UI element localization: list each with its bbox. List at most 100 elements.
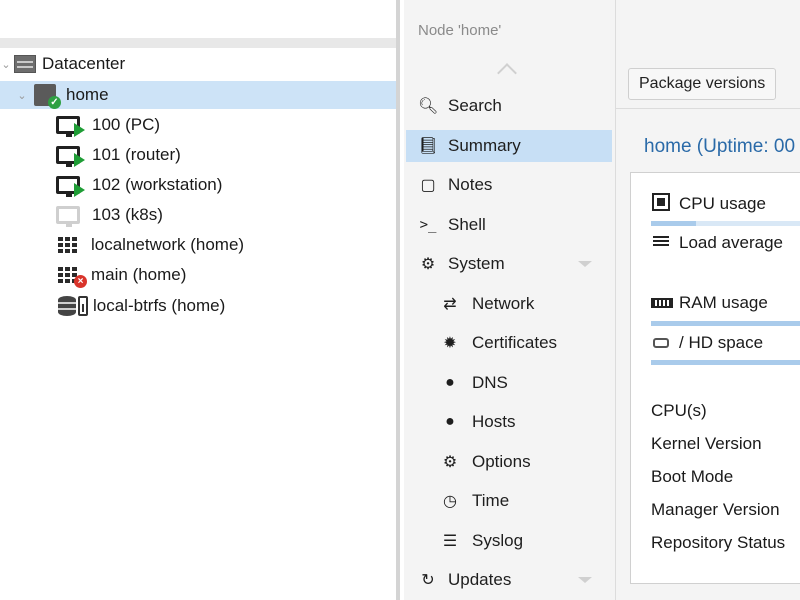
scroll-up-icon[interactable] xyxy=(497,63,517,83)
gear-icon: ⚙ xyxy=(442,454,458,471)
nav-item-label: Network xyxy=(472,294,535,313)
package-versions-button[interactable]: Package versions xyxy=(628,68,777,100)
terminal-icon: >_ xyxy=(419,217,437,233)
nav-item-notes[interactable]: ▢ Notes xyxy=(406,169,612,201)
tree-item-home[interactable]: ⌄ ✓ home xyxy=(0,81,396,109)
nav-item-network[interactable]: ⇄ Network xyxy=(406,288,612,320)
datacenter-icon xyxy=(14,55,36,73)
vm-running-icon xyxy=(56,176,85,197)
stat-label: RAM usage xyxy=(679,293,768,312)
tree-item-label: main (home) xyxy=(91,265,187,284)
load-icon xyxy=(651,235,671,252)
disk-icon xyxy=(78,296,88,316)
vm-stopped-icon xyxy=(56,206,80,227)
tree-item-label: local-btrfs (home) xyxy=(93,296,226,315)
storage-icon xyxy=(58,296,76,316)
tree-item-label: 102 (workstation) xyxy=(92,175,223,194)
nav-item-label: Certificates xyxy=(472,333,558,352)
nav-item-label: Updates xyxy=(448,570,512,589)
memory-icon xyxy=(651,295,673,312)
tree-item-vm-101[interactable]: 101 (router) xyxy=(0,141,396,169)
info-label-cpus: CPU(s) xyxy=(651,401,707,420)
list-icon: ☰ xyxy=(442,533,458,550)
collapse-arrow-icon[interactable]: ⌄ xyxy=(0,58,12,71)
cpu-usage-bar xyxy=(651,221,800,226)
nav-item-label: Hosts xyxy=(472,412,516,431)
info-label-manager-version: Manager Version xyxy=(651,500,780,519)
tree-item-main[interactable]: × main (home) xyxy=(0,261,396,289)
tree-item-label: Datacenter xyxy=(42,54,126,73)
globe-icon: ● xyxy=(445,374,455,391)
nav-item-shell[interactable]: >_ Shell xyxy=(406,209,612,241)
gears-icon: ⚙ xyxy=(420,256,436,273)
stat-label: CPU usage xyxy=(679,194,766,213)
info-label-kernel-version: Kernel Version xyxy=(651,434,762,453)
book-icon: 📘︎ xyxy=(418,138,439,155)
stat-load-average: Load average xyxy=(651,233,783,253)
node-online-icon: ✓ xyxy=(34,84,61,109)
tree-item-vm-102[interactable]: 102 (workstation) xyxy=(0,171,396,199)
tree-header-bar xyxy=(0,38,396,48)
refresh-icon: ↻ xyxy=(421,572,435,589)
chevron-down-icon[interactable] xyxy=(578,577,592,583)
collapse-arrow-icon[interactable]: ⌄ xyxy=(16,89,28,102)
nav-item-syslog[interactable]: ☰ Syslog xyxy=(406,525,612,557)
network-icon xyxy=(58,237,78,253)
hd-space-bar xyxy=(651,360,800,365)
network-error-icon: × xyxy=(58,267,87,288)
stat-cpu-usage: CPU usage xyxy=(651,193,766,215)
nav-item-label: DNS xyxy=(472,373,508,392)
nav-item-label: Notes xyxy=(448,175,493,194)
toolbar: Package versions xyxy=(616,58,800,109)
status-panel: CPU usage Load average RAM usage / HD sp… xyxy=(630,172,800,584)
cpu-icon xyxy=(651,193,671,215)
tree-item-label: 101 (router) xyxy=(92,145,181,164)
info-label-boot-mode: Boot Mode xyxy=(651,467,734,486)
nav-item-options[interactable]: ⚙ Options xyxy=(406,446,612,478)
tree-item-label: localnetwork (home) xyxy=(91,235,245,254)
nav-item-dns[interactable]: ● DNS xyxy=(406,367,612,399)
nav-item-time[interactable]: ◷ Time xyxy=(406,485,612,517)
exchange-icon: ⇄ xyxy=(443,296,457,313)
search-icon: 🔍︎ xyxy=(418,98,439,115)
nav-item-label: Options xyxy=(472,452,531,471)
chevron-down-icon[interactable] xyxy=(578,261,592,267)
tree-item-datacenter[interactable]: ⌄ Datacenter xyxy=(0,50,396,78)
nav-item-label: Summary xyxy=(448,136,521,155)
stat-label: / HD space xyxy=(679,333,764,352)
summary-content: Package versions home (Uptime: 00 CPU us… xyxy=(616,0,800,600)
nav-item-summary[interactable]: 📘︎ Summary xyxy=(406,130,612,162)
stat-label: Load average xyxy=(679,233,783,252)
nav-item-label: Search xyxy=(448,96,502,115)
resource-tree: ⌄ Datacenter ⌄ ✓ home 100 (PC) 101 (rout… xyxy=(0,0,400,600)
nav-item-label: Time xyxy=(472,491,510,510)
tree-item-local-btrfs[interactable]: local-btrfs (home) xyxy=(0,292,396,320)
info-label-repository-status: Repository Status xyxy=(651,533,786,552)
panel-header-title: Node 'home' xyxy=(418,22,502,39)
tree-item-localnetwork[interactable]: localnetwork (home) xyxy=(0,231,396,259)
nav-item-label: Shell xyxy=(448,215,486,234)
nav-item-system[interactable]: ⚙ System xyxy=(406,248,612,280)
node-nav-menu: Node 'home' 🔍︎ Search 📘︎ Summary ▢ Notes… xyxy=(404,0,616,600)
tree-item-vm-100[interactable]: 100 (PC) xyxy=(0,111,396,139)
nav-item-certificates[interactable]: ✹ Certificates xyxy=(406,327,612,359)
tree-item-vm-103[interactable]: 103 (k8s) xyxy=(0,201,396,229)
nav-item-label: Syslog xyxy=(472,531,524,550)
stat-ram-usage: RAM usage xyxy=(651,293,768,313)
vm-running-icon xyxy=(56,146,85,167)
hdd-icon xyxy=(651,335,671,352)
tree-item-label: 103 (k8s) xyxy=(92,205,163,224)
notes-icon: ▢ xyxy=(420,177,436,194)
ram-usage-bar xyxy=(651,321,800,326)
panel-title: home (Uptime: 00 xyxy=(644,136,796,157)
nav-item-label: System xyxy=(448,254,505,273)
tree-item-label: 100 (PC) xyxy=(92,115,161,134)
certificate-icon: ✹ xyxy=(443,335,457,352)
vm-running-icon xyxy=(56,116,85,137)
tree-item-label: home xyxy=(66,85,109,104)
nav-item-updates[interactable]: ↻ Updates xyxy=(406,564,612,596)
clock-icon: ◷ xyxy=(443,493,457,510)
nav-item-search[interactable]: 🔍︎ Search xyxy=(406,90,612,122)
globe-icon: ● xyxy=(445,413,455,430)
nav-item-hosts[interactable]: ● Hosts xyxy=(406,406,612,438)
